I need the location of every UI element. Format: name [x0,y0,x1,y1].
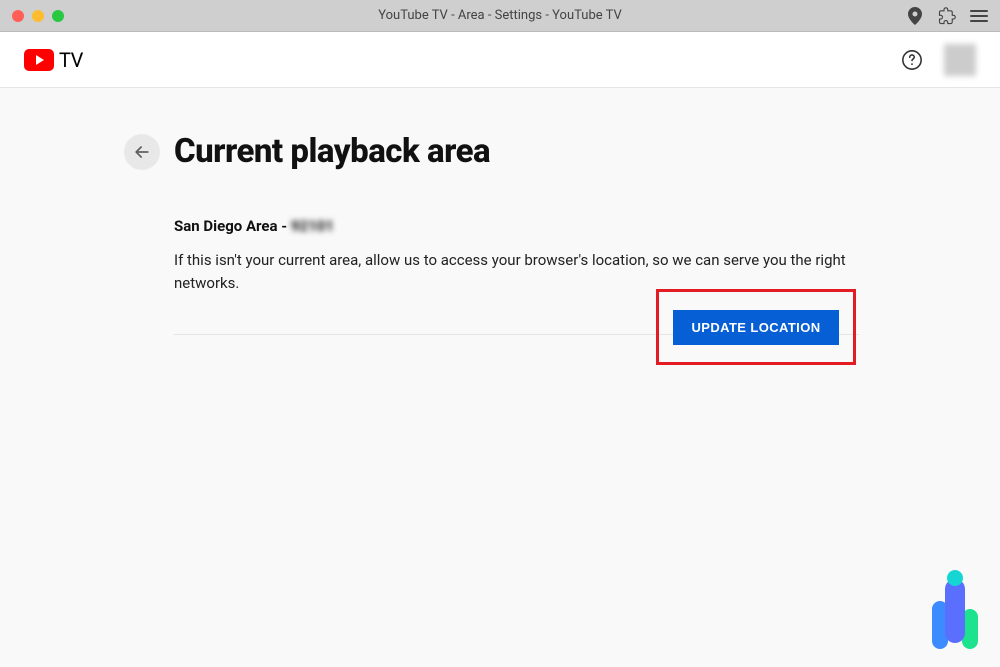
highlight-annotation: UPDATE LOCATION [656,289,856,365]
logo-text: TV [59,48,83,72]
area-description: If this isn't your current area, allow u… [174,249,864,294]
maximize-window-button[interactable] [52,10,64,22]
app-header: TV [0,32,1000,88]
close-window-button[interactable] [12,10,24,22]
location-icon[interactable] [906,7,924,25]
youtube-tv-logo[interactable]: TV [24,48,83,72]
decorative-bars [932,585,978,649]
area-zip: 92101 [291,217,334,235]
chrome-right-controls [906,7,988,25]
update-location-button[interactable]: UPDATE LOCATION [673,310,838,345]
avatar[interactable] [944,44,976,76]
current-area-label: San Diego Area - 92101 [174,217,864,235]
deco-bar-2 [945,579,965,643]
area-city: San Diego Area - [174,217,291,235]
browser-chrome: YouTube TV - Area - Settings - YouTube T… [0,0,1000,32]
window-title: YouTube TV - Area - Settings - YouTube T… [378,8,622,23]
area-block: San Diego Area - 92101 If this isn't you… [174,217,864,294]
youtube-play-icon [24,49,54,71]
minimize-window-button[interactable] [32,10,44,22]
heading-row: Current playback area [124,132,1000,171]
back-button[interactable] [124,134,160,170]
window-controls [12,10,64,22]
extensions-icon[interactable] [938,7,956,25]
page-title: Current playback area [174,132,490,171]
header-right [900,44,976,76]
help-icon[interactable] [900,48,924,72]
menu-icon[interactable] [970,7,988,25]
